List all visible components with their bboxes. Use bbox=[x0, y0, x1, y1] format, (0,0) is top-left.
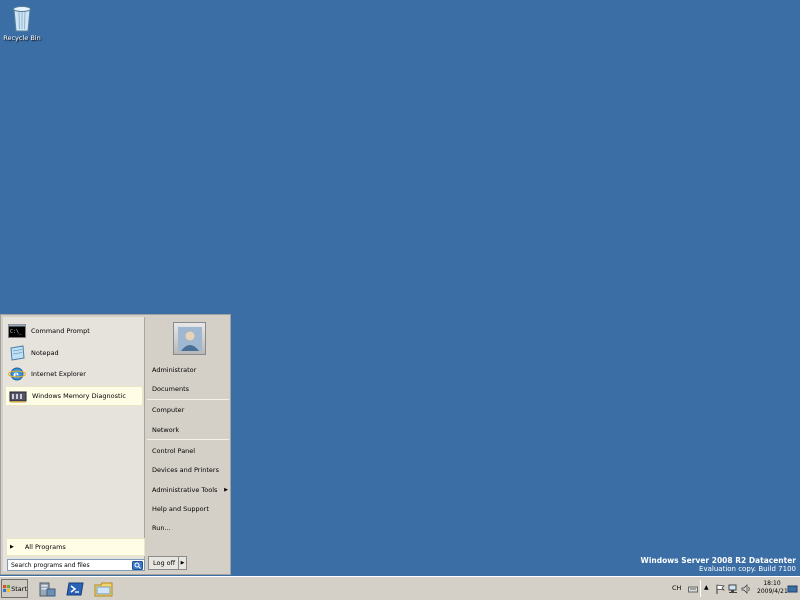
place-label: Computer bbox=[152, 406, 185, 414]
place-network[interactable]: Network bbox=[152, 424, 230, 436]
place-administrator[interactable]: Administrator bbox=[152, 364, 230, 376]
show-desktop-icon bbox=[787, 585, 798, 593]
place-label: Devices and Printers bbox=[152, 466, 219, 474]
watermark-edition: Windows Server 2008 R2 Datacenter bbox=[640, 556, 796, 565]
place-computer[interactable]: Computer bbox=[152, 404, 230, 416]
windows-explorer-icon[interactable] bbox=[94, 580, 113, 598]
place-label: Control Panel bbox=[152, 447, 196, 455]
pinned-internet-explorer[interactable]: e Internet Explorer bbox=[5, 364, 143, 384]
pinned-command-prompt[interactable]: C:\_ Command Prompt bbox=[5, 321, 143, 341]
internet-explorer-icon: e bbox=[8, 367, 26, 381]
pinned-label: Internet Explorer bbox=[31, 370, 86, 378]
start-menu-programs-pane: C:\_ Command Prompt Notepad e Internet E… bbox=[3, 317, 145, 571]
place-label: Run... bbox=[152, 524, 171, 532]
start-menu: C:\_ Command Prompt Notepad e Internet E… bbox=[0, 314, 231, 575]
search-icon bbox=[131, 560, 143, 570]
all-programs-button[interactable]: ▶ All Programs bbox=[6, 538, 145, 556]
windows-logo-icon bbox=[3, 584, 11, 593]
all-programs-label: All Programs bbox=[24, 543, 66, 551]
place-administrative-tools[interactable]: Administrative Tools ▶ bbox=[152, 484, 230, 496]
command-prompt-icon: C:\_ bbox=[8, 324, 26, 338]
log-off-label: Log off bbox=[153, 559, 176, 567]
tray-separator bbox=[700, 580, 701, 597]
place-label: Administrator bbox=[152, 366, 197, 374]
keyboard-icon[interactable] bbox=[688, 584, 698, 594]
menu-separator bbox=[147, 399, 229, 400]
notepad-icon bbox=[10, 345, 25, 361]
language-indicator[interactable]: CH bbox=[672, 584, 681, 592]
memory-diagnostic-icon bbox=[9, 391, 27, 403]
place-label: Administrative Tools bbox=[152, 486, 218, 494]
place-label: Network bbox=[152, 426, 180, 434]
start-menu-places-pane: Administrator Documents Computer Network… bbox=[146, 317, 230, 571]
taskbar: Start CH ▲ 18:10 2009/4/21 bbox=[0, 576, 800, 600]
action-center-flag-icon[interactable] bbox=[715, 584, 725, 594]
place-devices-printers[interactable]: Devices and Printers bbox=[152, 464, 230, 476]
recycle-bin-label: Recycle Bin bbox=[3, 34, 41, 42]
recycle-bin-shortcut[interactable]: Recycle Bin bbox=[2, 3, 42, 43]
volume-icon[interactable] bbox=[741, 584, 751, 594]
network-icon[interactable] bbox=[728, 584, 738, 594]
pinned-label: Notepad bbox=[31, 349, 59, 357]
show-desktop-button[interactable] bbox=[787, 582, 798, 596]
start-button[interactable]: Start bbox=[1, 579, 28, 598]
place-help-support[interactable]: Help and Support bbox=[152, 503, 230, 515]
submenu-arrow-icon: ▶ bbox=[224, 487, 228, 493]
user-avatar[interactable] bbox=[173, 322, 206, 355]
shutdown-options-button[interactable]: ▶ bbox=[178, 557, 186, 569]
search-programs-field[interactable] bbox=[7, 559, 145, 571]
system-clock[interactable]: 18:10 2009/4/21 bbox=[757, 580, 788, 596]
svg-text:e: e bbox=[13, 371, 19, 381]
clock-time: 18:10 bbox=[763, 580, 781, 587]
log-off-button[interactable]: Log off ▶ bbox=[148, 556, 187, 570]
pinned-label: Windows Memory Diagnostic bbox=[32, 392, 126, 400]
server-manager-icon[interactable] bbox=[38, 580, 57, 598]
place-run[interactable]: Run... bbox=[152, 522, 230, 534]
place-label: Documents bbox=[152, 385, 190, 393]
place-label: Help and Support bbox=[152, 505, 209, 513]
place-control-panel[interactable]: Control Panel bbox=[152, 445, 230, 457]
user-icon bbox=[177, 326, 202, 351]
pinned-label: Command Prompt bbox=[31, 327, 90, 335]
os-watermark: Windows Server 2008 R2 Datacenter Evalua… bbox=[641, 556, 796, 574]
place-documents[interactable]: Documents bbox=[152, 383, 230, 395]
search-input[interactable] bbox=[8, 561, 130, 569]
recycle-bin-icon bbox=[13, 6, 31, 32]
pinned-memory-diagnostic[interactable]: Windows Memory Diagnostic bbox=[5, 386, 143, 406]
menu-separator bbox=[147, 439, 229, 440]
triangle-right-icon: ▶ bbox=[10, 544, 14, 550]
pinned-notepad[interactable]: Notepad bbox=[5, 343, 143, 363]
powershell-icon[interactable] bbox=[66, 580, 85, 598]
watermark-build: Evaluation copy. Build 7100 bbox=[699, 565, 796, 573]
svg-text:C:\_: C:\_ bbox=[10, 329, 23, 335]
clock-date: 2009/4/21 bbox=[757, 588, 788, 595]
show-hidden-icons-icon[interactable]: ▲ bbox=[704, 584, 714, 594]
search-button[interactable] bbox=[131, 560, 143, 570]
start-label: Start bbox=[11, 584, 27, 593]
